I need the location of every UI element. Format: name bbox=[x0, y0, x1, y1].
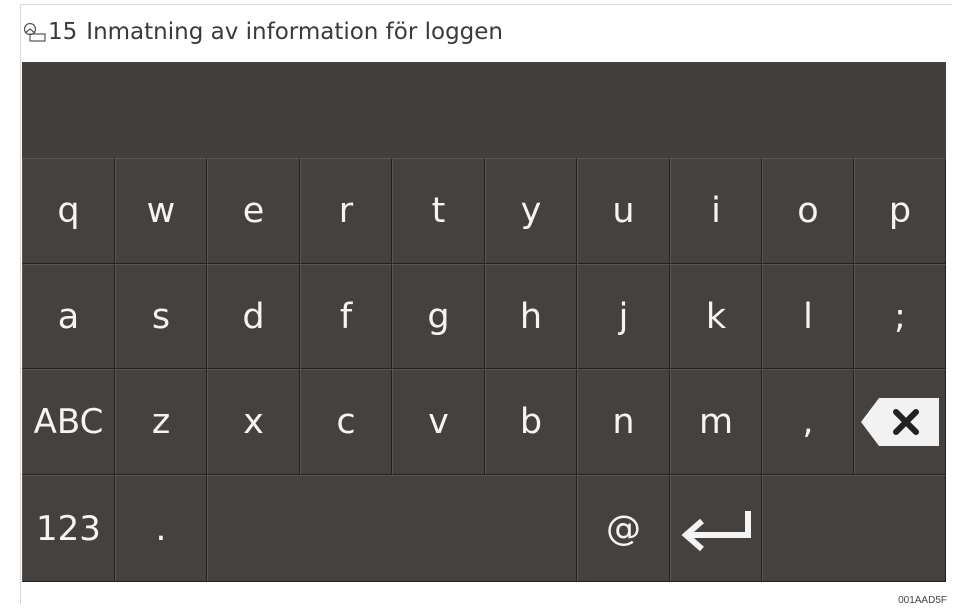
key-w[interactable]: w bbox=[115, 158, 207, 264]
key-period[interactable]: . bbox=[115, 475, 207, 582]
key-j[interactable]: j bbox=[577, 264, 670, 369]
text-input-display[interactable] bbox=[22, 62, 946, 158]
key-f[interactable]: f bbox=[300, 264, 392, 369]
frame-top-border bbox=[20, 4, 952, 5]
key-p[interactable]: p bbox=[854, 158, 946, 264]
key-comma[interactable]: , bbox=[762, 369, 854, 475]
key-blank bbox=[762, 475, 946, 582]
key-space[interactable] bbox=[207, 475, 577, 582]
key-h[interactable]: h bbox=[485, 264, 577, 369]
key-r[interactable]: r bbox=[300, 158, 392, 264]
enter-arrow-icon bbox=[681, 510, 751, 551]
key-abc-shift[interactable]: ABC bbox=[22, 369, 115, 475]
frame-left-border bbox=[20, 4, 21, 604]
key-b[interactable]: b bbox=[485, 369, 577, 475]
figure-icon bbox=[23, 22, 46, 42]
key-a[interactable]: a bbox=[22, 264, 115, 369]
key-n[interactable]: n bbox=[577, 369, 670, 475]
key-enter[interactable] bbox=[670, 475, 762, 582]
key-l[interactable]: l bbox=[762, 264, 854, 369]
figure-number: 15 bbox=[48, 19, 78, 45]
key-e[interactable]: e bbox=[207, 158, 300, 264]
backspace-icon bbox=[861, 398, 939, 446]
key-c[interactable]: c bbox=[300, 369, 392, 475]
key-s[interactable]: s bbox=[115, 264, 207, 369]
key-i[interactable]: i bbox=[670, 158, 762, 264]
key-q[interactable]: q bbox=[22, 158, 115, 264]
key-o[interactable]: o bbox=[762, 158, 854, 264]
key-u[interactable]: u bbox=[577, 158, 670, 264]
figure-caption: 15 Inmatning av information för loggen bbox=[22, 14, 503, 50]
key-at[interactable]: @ bbox=[577, 475, 670, 582]
key-t[interactable]: t bbox=[392, 158, 485, 264]
key-k[interactable]: k bbox=[670, 264, 762, 369]
key-m[interactable]: m bbox=[670, 369, 762, 475]
key-z[interactable]: z bbox=[115, 369, 207, 475]
key-v[interactable]: v bbox=[392, 369, 485, 475]
key-x[interactable]: x bbox=[207, 369, 300, 475]
key-g[interactable]: g bbox=[392, 264, 485, 369]
key-backspace[interactable] bbox=[854, 369, 946, 475]
figure-title: Inmatning av information för loggen bbox=[86, 19, 504, 45]
key-123-numbers[interactable]: 123 bbox=[22, 475, 115, 582]
key-y[interactable]: y bbox=[485, 158, 577, 264]
key-d[interactable]: d bbox=[207, 264, 300, 369]
image-reference-code: 001AAD5F bbox=[898, 595, 947, 606]
key-semicolon[interactable]: ; bbox=[854, 264, 946, 369]
keyboard-screen: q w e r t y u i o p a s d f g h j k l ; … bbox=[22, 62, 946, 582]
